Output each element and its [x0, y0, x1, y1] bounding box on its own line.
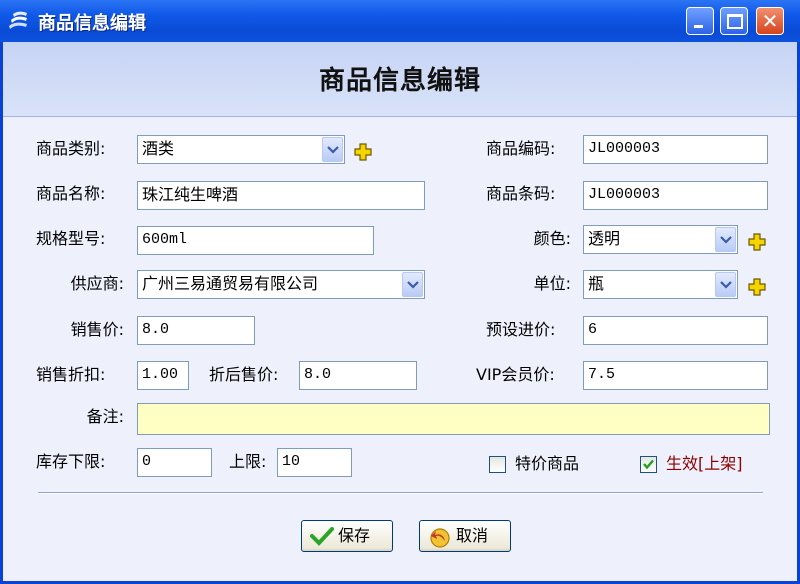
unit-value: 瓶: [588, 274, 605, 293]
stock-max-input[interactable]: 10: [277, 448, 352, 477]
color-select[interactable]: 透明: [583, 225, 738, 254]
supplier-dropdown-button[interactable]: [402, 272, 423, 297]
add-unit-plus-icon[interactable]: [748, 278, 766, 296]
chevron-down-icon: [720, 236, 732, 244]
color-label: 颜色:: [533, 229, 571, 248]
discount-label: 销售折扣:: [36, 365, 106, 384]
stock-min-label: 库存下限:: [36, 452, 106, 471]
cancel-arrow-icon: [430, 528, 450, 548]
window-title: 商品信息编辑: [38, 13, 146, 34]
preset-cost-input[interactable]: 6: [583, 316, 768, 345]
supplier-select[interactable]: 广州三易通贸易有限公司: [137, 270, 425, 299]
discount-price-input[interactable]: 8.0: [299, 361, 417, 390]
active-checkbox[interactable]: [640, 456, 657, 473]
barcode-label: 商品条码:: [486, 184, 556, 203]
category-label: 商品类别:: [36, 139, 106, 158]
remark-textarea[interactable]: [137, 403, 770, 435]
close-button[interactable]: ✕: [756, 7, 784, 35]
discount-price-label: 折后售价:: [209, 365, 279, 384]
cancel-button[interactable]: 取消: [419, 520, 511, 552]
title-bar[interactable]: 商品信息编辑 ✕: [0, 0, 800, 42]
name-label: 商品名称:: [36, 184, 106, 203]
add-category-plus-icon[interactable]: [354, 143, 372, 161]
code-input[interactable]: JL000003: [583, 135, 768, 164]
stock-max-label: 上限:: [229, 452, 267, 471]
unit-select[interactable]: 瓶: [583, 270, 738, 299]
category-value: 酒类: [142, 139, 175, 158]
active-label: 生效[上架]: [666, 454, 743, 473]
maximize-button[interactable]: [720, 7, 748, 35]
discount-input[interactable]: 1.00: [137, 361, 189, 390]
vip-price-label: VIP会员价:: [476, 365, 555, 384]
save-button[interactable]: 保存: [301, 520, 393, 552]
sale-price-input[interactable]: 8.0: [137, 316, 255, 345]
spec-label: 规格型号:: [36, 229, 106, 248]
code-label: 商品编码:: [486, 139, 556, 158]
app-icon: [9, 11, 27, 29]
color-dropdown-button[interactable]: [715, 227, 736, 252]
category-dropdown-button[interactable]: [322, 137, 343, 162]
vip-price-input[interactable]: 7.5: [583, 361, 768, 390]
divider: [38, 492, 763, 494]
barcode-input[interactable]: JL000003: [583, 181, 768, 210]
remark-label: 备注:: [86, 407, 124, 426]
spec-input[interactable]: 600ml: [137, 226, 374, 255]
unit-dropdown-button[interactable]: [715, 272, 736, 297]
unit-label: 单位:: [533, 274, 571, 293]
minimize-button[interactable]: [686, 7, 714, 35]
page-title: 商品信息编辑: [318, 66, 481, 96]
cancel-button-label: 取消: [456, 526, 489, 545]
name-input[interactable]: 珠江纯生啤酒: [137, 181, 425, 210]
color-value: 透明: [588, 229, 621, 248]
supplier-label: 供应商:: [70, 274, 124, 293]
add-color-plus-icon[interactable]: [748, 233, 766, 251]
special-item-label: 特价商品: [515, 454, 580, 473]
special-item-checkbox[interactable]: [489, 456, 506, 473]
chevron-down-icon: [327, 146, 339, 154]
chevron-down-icon: [407, 281, 419, 289]
checkmark-icon: [310, 527, 334, 546]
stock-min-input[interactable]: 0: [137, 448, 212, 477]
form-header: 商品信息编辑: [3, 42, 797, 117]
chevron-down-icon: [720, 281, 732, 289]
save-button-label: 保存: [338, 526, 371, 545]
supplier-value: 广州三易通贸易有限公司: [142, 274, 319, 293]
close-icon: ✕: [761, 9, 779, 33]
dialog-window: 商品信息编辑 ✕ 商品信息编辑 商品类别: 酒类 商品编码: JL000003 …: [0, 0, 800, 584]
category-select[interactable]: 酒类: [137, 135, 345, 164]
sale-price-label: 销售价:: [70, 320, 124, 339]
checkmark-icon: [643, 459, 654, 470]
preset-cost-label: 预设进价:: [486, 320, 556, 339]
